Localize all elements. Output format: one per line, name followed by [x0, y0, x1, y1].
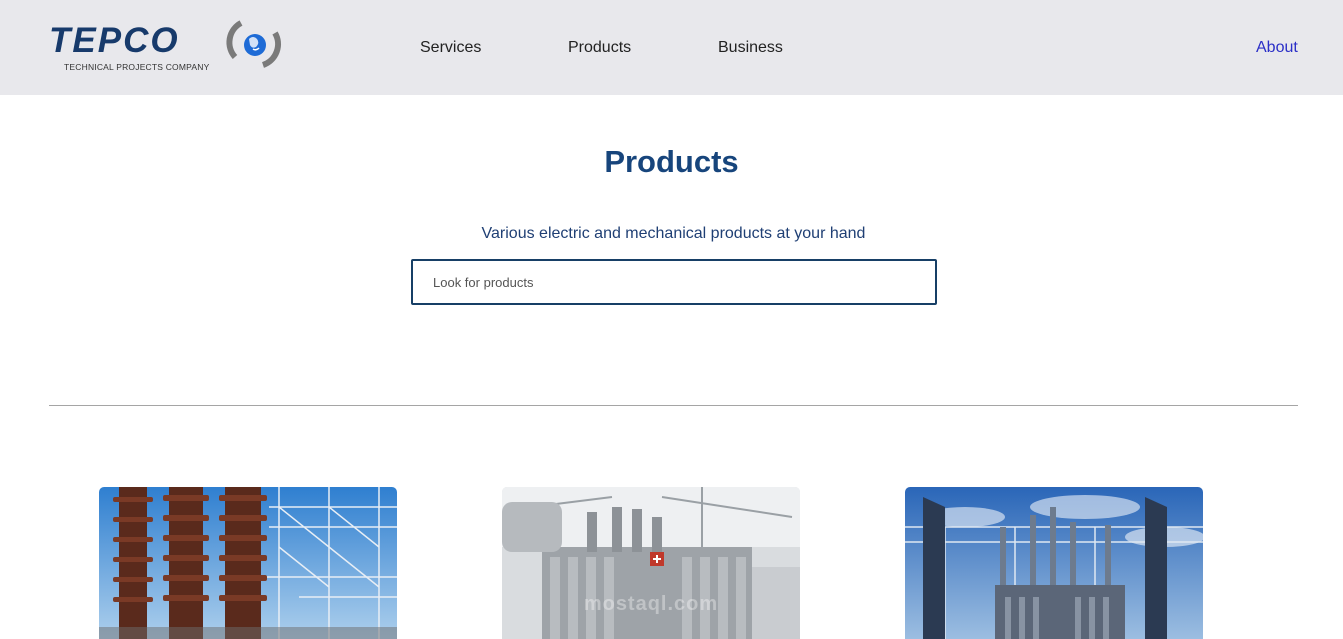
power-transformer-image: [502, 487, 800, 639]
nav-products-link[interactable]: Products: [568, 38, 631, 58]
product-card-bushings[interactable]: [99, 487, 397, 639]
page-title: Products: [604, 144, 739, 179]
product-search-input[interactable]: [411, 259, 937, 305]
high-voltage-bushings-image: [99, 487, 397, 639]
section-divider: [49, 405, 1298, 406]
logo-wordmark: TEPCO: [49, 21, 180, 60]
nav-services-link[interactable]: Services: [420, 38, 481, 58]
tepco-logo[interactable]: TEPCO TECHNICAL PROJECTS COMPANY: [49, 17, 284, 75]
nav-business-link[interactable]: Business: [718, 38, 783, 58]
image-watermark: mostaql.com: [583, 593, 719, 615]
logo-tagline: TECHNICAL PROJECTS COMPANY: [64, 62, 210, 72]
nav-about-link[interactable]: About: [1256, 38, 1298, 58]
page-subtitle: Various electric and mechanical products…: [481, 225, 866, 242]
site-header: TEPCO TECHNICAL PROJECTS COMPANY Service…: [0, 0, 1343, 95]
product-card-transformer[interactable]: mostaql.com: [502, 487, 800, 639]
product-card-substation[interactable]: [905, 487, 1203, 639]
electrical-substation-image: [905, 487, 1203, 639]
globe-logo-icon: [226, 20, 282, 68]
